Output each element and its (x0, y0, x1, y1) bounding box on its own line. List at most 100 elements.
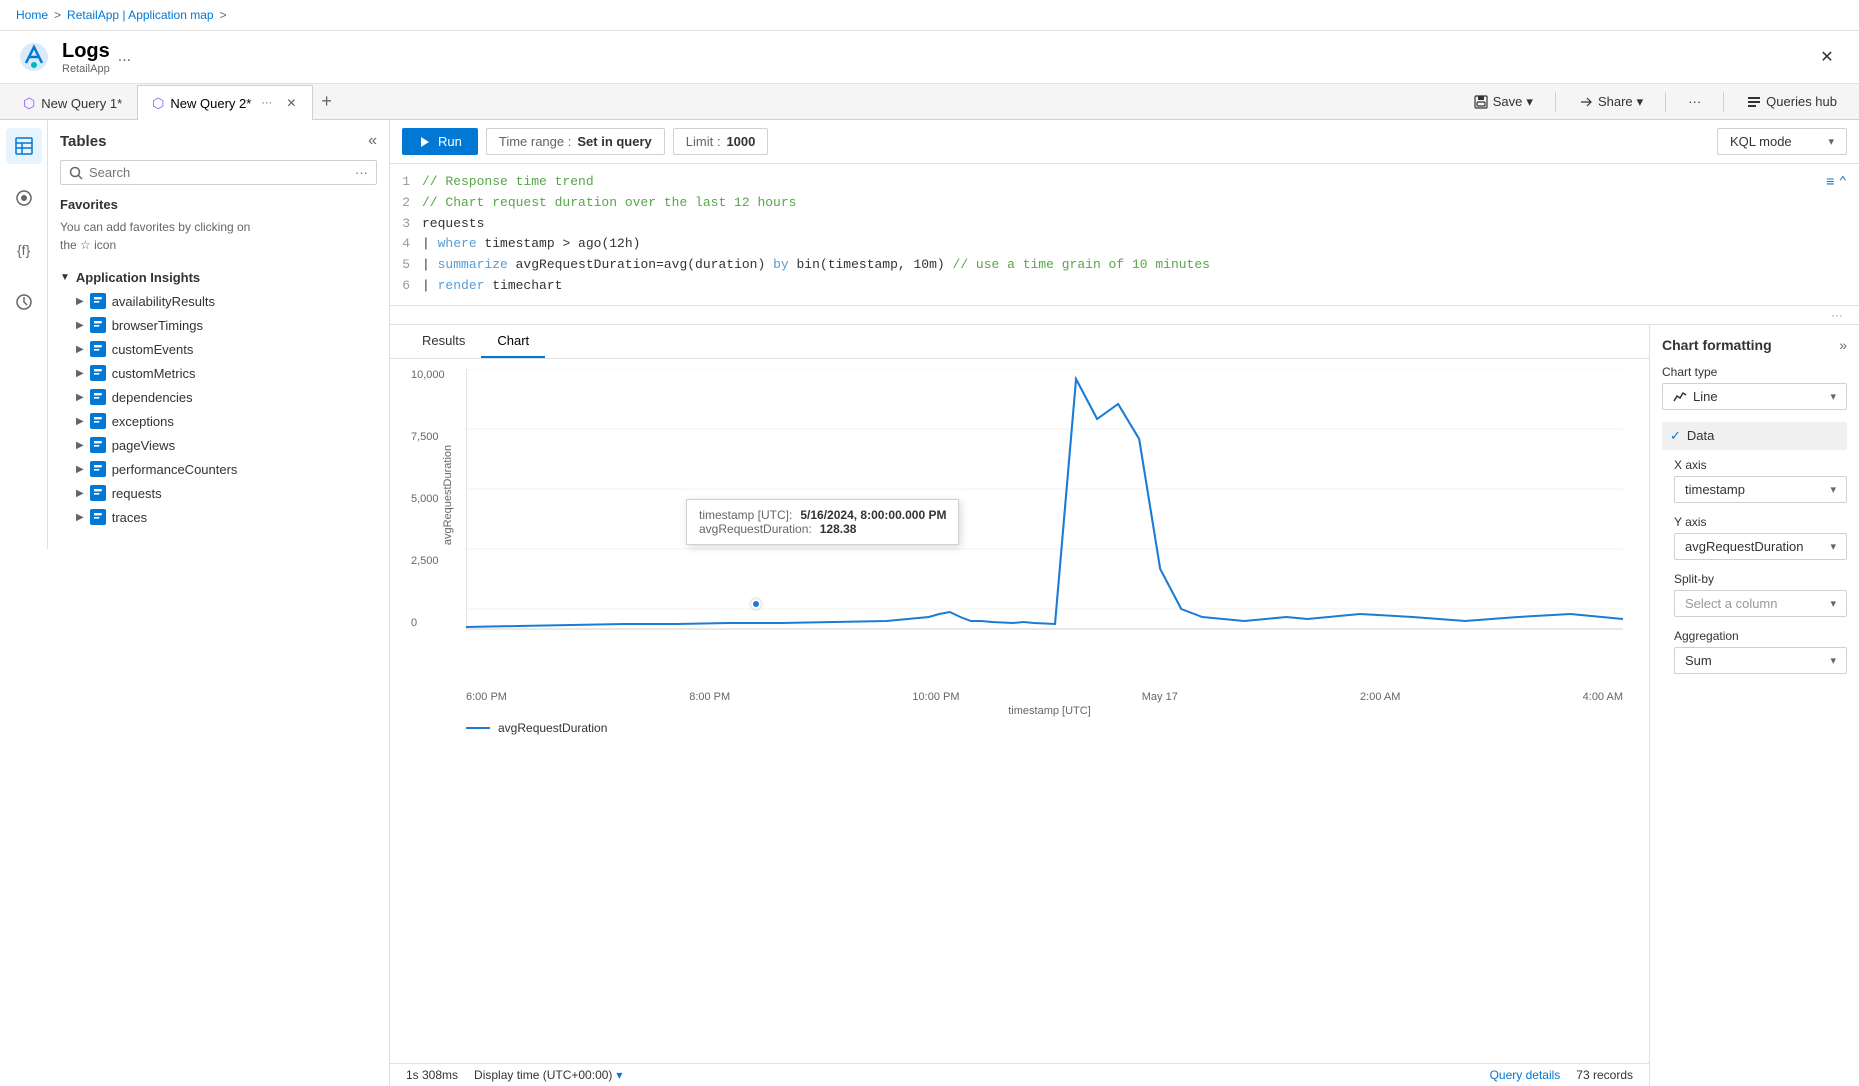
time-range-button[interactable]: Time range : Set in query (486, 128, 665, 155)
queries-hub-button[interactable]: Queries hub (1736, 90, 1847, 114)
search-input[interactable] (89, 165, 349, 180)
close-button[interactable]: ✕ (1811, 41, 1843, 73)
list-item[interactable]: ▶ performanceCounters (60, 457, 377, 481)
results-tabs: Results Chart (390, 325, 1649, 359)
limit-button[interactable]: Limit : 1000 (673, 128, 769, 155)
tables-section: ▼ Application Insights ▶ availabilityRes… (60, 266, 377, 529)
sidebar-icon-function[interactable]: {f} (6, 232, 42, 268)
cf-y-axis-section: Y axis avgRequestDuration ▾ (1662, 515, 1847, 560)
cf-chart-type-select[interactable]: Line ▾ (1662, 383, 1847, 410)
history-icon (14, 292, 34, 312)
table-name: browserTimings (112, 318, 203, 333)
cf-x-axis-value: timestamp (1685, 482, 1745, 497)
results-tab[interactable]: Results (406, 325, 481, 358)
tabs-actions: Save ▾ Share ▾ ··· Queries hub (1459, 86, 1851, 118)
tab2-close[interactable]: ✕ (284, 94, 298, 112)
breadcrumb-home[interactable]: Home (16, 8, 48, 22)
table-name: customEvents (112, 342, 194, 357)
sidebar-icon-tables[interactable] (6, 128, 42, 164)
x-label-1: 6:00 PM (466, 691, 507, 703)
cf-aggregation-select[interactable]: Sum ▾ (1674, 647, 1847, 674)
kql-mode-button[interactable]: KQL mode ▾ (1717, 128, 1847, 155)
x-label-4: May 17 (1142, 691, 1178, 703)
section-header-application-insights[interactable]: ▼ Application Insights (60, 266, 377, 289)
x-label-6: 4:00 AM (1583, 691, 1623, 703)
tab-new-query-1[interactable]: ⬡ New Query 1* (8, 86, 137, 120)
list-item[interactable]: ▶ customMetrics (60, 361, 377, 385)
tab-new-query-2[interactable]: ⬡ New Query 2* ··· ✕ (137, 85, 313, 120)
tab2-more[interactable]: ··· (257, 97, 276, 109)
app-more-button[interactable]: ... (118, 48, 131, 66)
app-title: Logs (62, 40, 110, 63)
favorites-hint: You can add favorites by clicking onthe … (60, 218, 377, 254)
x-label-2: 8:00 PM (689, 691, 730, 703)
kql-mode-chevron-icon: ▾ (1828, 135, 1834, 148)
list-item[interactable]: ▶ requests (60, 481, 377, 505)
table-icon (90, 461, 106, 477)
query-toolbar: Run Time range : Set in query Limit : 10… (390, 120, 1859, 164)
list-item[interactable]: ▶ traces (60, 505, 377, 529)
save-button[interactable]: Save ▾ (1463, 90, 1543, 114)
chart-tab[interactable]: Chart (481, 325, 545, 358)
list-item[interactable]: ▶ exceptions (60, 409, 377, 433)
sidebar-collapse-icon[interactable]: « (368, 132, 377, 150)
x-axis-chevron-icon: ▾ (1830, 483, 1836, 496)
cf-x-axis-section: X axis timestamp ▾ (1662, 458, 1847, 503)
search-more-button[interactable]: ··· (355, 165, 368, 180)
cf-collapse-button[interactable]: » (1839, 337, 1847, 353)
display-time-label: Display time (UTC+00:00) (474, 1068, 612, 1082)
code-line-2: 2 // Chart request duration over the las… (390, 193, 1859, 214)
y-tick-2500: 2,500 (411, 555, 445, 567)
cf-split-by-section: Split-by Select a column ▾ (1662, 572, 1847, 617)
run-icon (418, 135, 432, 149)
cf-split-by-select[interactable]: Select a column ▾ (1674, 590, 1847, 617)
resize-handle[interactable]: ··· (1831, 308, 1843, 322)
expand-arrow-icon: ▶ (76, 440, 84, 451)
section-chevron: ▼ (60, 272, 70, 283)
align-text-icon[interactable]: ≡ (1826, 172, 1834, 194)
sidebar-icon-filter[interactable] (6, 180, 42, 216)
list-item[interactable]: ▶ availabilityResults (60, 289, 377, 313)
add-tab-button[interactable]: + (313, 87, 340, 116)
aggregation-chevron-icon: ▾ (1830, 654, 1836, 667)
save-icon (1473, 94, 1489, 110)
cf-data-label: Data (1687, 428, 1714, 443)
cf-y-axis-select[interactable]: avgRequestDuration ▾ (1674, 533, 1847, 560)
breadcrumb-app[interactable]: RetailApp | Application map (67, 8, 214, 22)
breadcrumb: Home > RetailApp | Application map > (0, 0, 1859, 31)
run-button[interactable]: Run (402, 128, 478, 155)
expand-arrow-icon: ▶ (76, 368, 84, 379)
cf-check-icon: ✓ (1670, 428, 1681, 444)
table-name: customMetrics (112, 366, 196, 381)
code-editor: 1 // Response time trend 2 // Chart requ… (390, 164, 1859, 306)
list-item[interactable]: ▶ pageViews (60, 433, 377, 457)
results-content: Results Chart (390, 325, 1649, 1086)
table-name: requests (112, 486, 162, 501)
svg-text:{f}: {f} (17, 242, 31, 258)
query-details-link[interactable]: Query details (1490, 1068, 1561, 1082)
y-axis-label: avgRequestDuration (442, 445, 454, 545)
query-area: Run Time range : Set in query Limit : 10… (390, 120, 1859, 1086)
table-icon (90, 413, 106, 429)
table-icon (90, 437, 106, 453)
chart-type-chevron-icon: ▾ (1830, 390, 1836, 403)
x-axis-title: timestamp [UTC] (466, 705, 1633, 717)
query-time: 1s 308ms (406, 1068, 458, 1082)
collapse-editor-icon[interactable]: ⌃ (1839, 172, 1847, 194)
sidebar-title: Tables (60, 133, 106, 150)
list-item[interactable]: ▶ customEvents (60, 337, 377, 361)
cf-data-section-header[interactable]: ✓ Data (1662, 422, 1847, 450)
list-item[interactable]: ▶ dependencies (60, 385, 377, 409)
display-time-dropdown[interactable]: ▾ (616, 1068, 622, 1082)
cf-x-axis-select[interactable]: timestamp ▾ (1674, 476, 1847, 503)
list-item[interactable]: ▶ browserTimings (60, 313, 377, 337)
share-button[interactable]: Share ▾ (1568, 90, 1653, 114)
limit-value: 1000 (726, 134, 755, 149)
tab2-icon: ⬡ (152, 95, 164, 112)
more-options-button[interactable]: ··· (1678, 90, 1711, 113)
expand-arrow-icon: ▶ (76, 416, 84, 427)
sidebar-content: Tables « ··· Favorites You can add favor… (48, 120, 389, 549)
sidebar-icon-history[interactable] (6, 284, 42, 320)
line-chart-icon (1673, 389, 1687, 403)
table-icon (90, 341, 106, 357)
